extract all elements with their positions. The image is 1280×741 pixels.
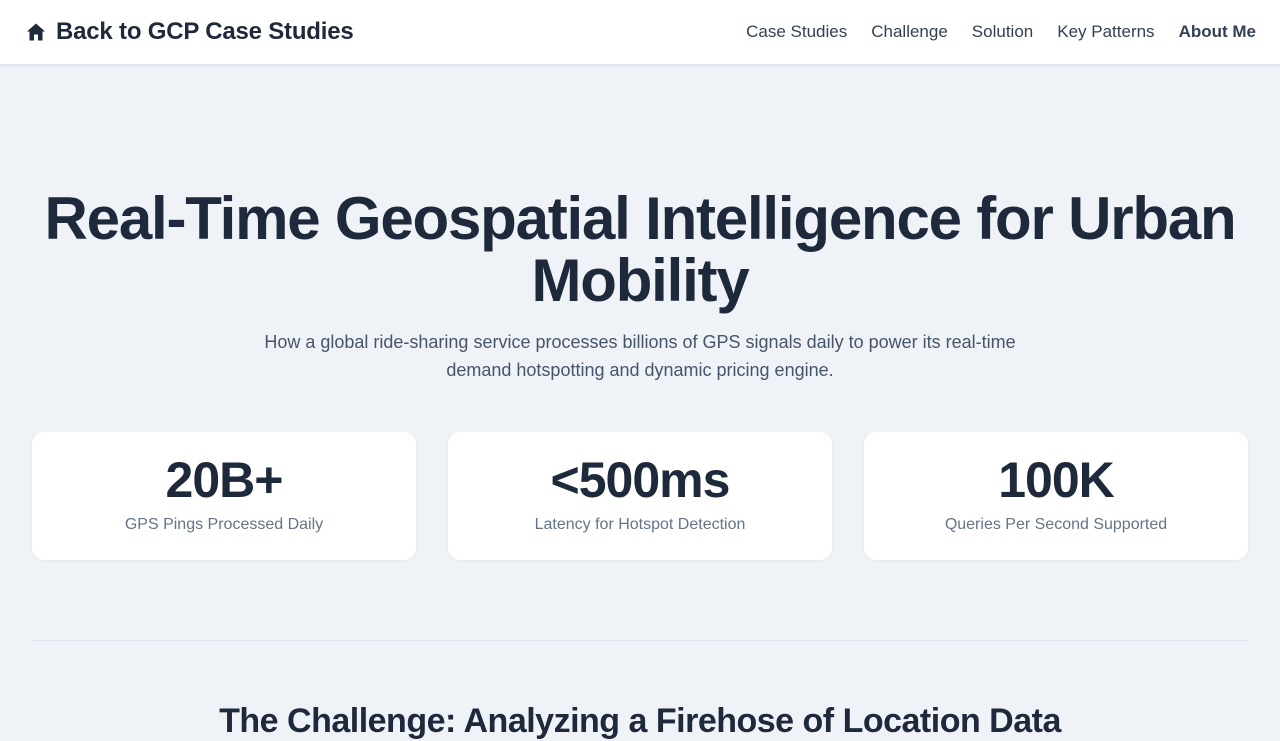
stat-card-gps-pings: 20B+ GPS Pings Processed Daily [32, 432, 416, 560]
nav-item-case-studies[interactable]: Case Studies [746, 22, 847, 42]
page-title: Real-Time Geospatial Intelligence for Ur… [44, 185, 1237, 314]
hero-section: Real-Time Geospatial Intelligence for Ur… [0, 188, 1280, 384]
stat-value: <500ms [550, 452, 731, 508]
nav-item-solution[interactable]: Solution [972, 22, 1033, 42]
stat-label: GPS Pings Processed Daily [124, 516, 324, 533]
stats-row: 20B+ GPS Pings Processed Daily <500ms La… [32, 432, 1248, 560]
stat-card-latency: <500ms Latency for Hotspot Detection [448, 432, 832, 560]
stat-card-qps: 100K Queries Per Second Supported [864, 432, 1248, 560]
stat-label: Queries Per Second Supported [944, 516, 1168, 533]
nav-item-challenge[interactable]: Challenge [871, 22, 948, 42]
stat-value: 20B+ [165, 452, 284, 508]
nav-item-key-patterns[interactable]: Key Patterns [1057, 22, 1154, 42]
back-link-label: Back to GCP Case Studies [56, 18, 354, 45]
page-subtitle: How a global ride-sharing service proces… [264, 332, 1016, 380]
nav-item-about-me[interactable]: About Me [1179, 22, 1256, 42]
stat-label: Latency for Hotspot Detection [534, 516, 746, 533]
top-navbar: Back to GCP Case Studies Case Studies Ch… [0, 0, 1280, 64]
home-icon [26, 22, 46, 42]
back-to-case-studies-link[interactable]: Back to GCP Case Studies [26, 18, 354, 46]
section-divider [32, 640, 1248, 641]
stat-value: 100K [998, 452, 1115, 508]
challenge-heading: The Challenge: Analyzing a Firehose of L… [219, 702, 1061, 740]
main-nav: Case Studies Challenge Solution Key Patt… [746, 22, 1256, 42]
